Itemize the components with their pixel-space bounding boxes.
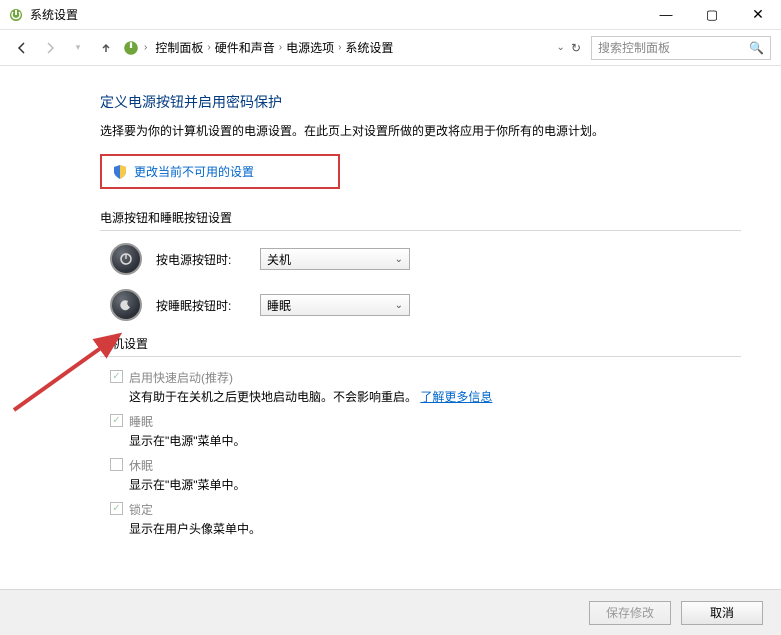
sleep-button-value: 睡眠 [267,297,291,314]
lock-checkbox[interactable] [110,502,123,515]
learn-more-link[interactable]: 了解更多信息 [420,390,492,404]
power-button-label: 按电源按钮时: [156,251,246,268]
sleep-desc: 显示在"电源"菜单中。 [129,432,741,449]
hibernate-checkbox[interactable] [110,458,123,471]
change-unavailable-settings-link[interactable]: 更改当前不可用的设置 [100,154,340,189]
power-button-select[interactable]: 关机 ⌄ [260,248,410,270]
sleep-label: 睡眠 [129,413,153,430]
fast-startup-desc: 这有助于在关机之后更快地启动电脑。不会影响重启。 了解更多信息 [129,388,741,405]
breadcrumb: 控制面板 › 硬件和声音 › 电源选项 › 系统设置 [155,39,552,56]
save-button[interactable]: 保存修改 [589,601,671,625]
search-icon: 🔍 [749,41,764,55]
shutdown-section-header: 关机设置 [100,335,741,357]
close-button[interactable]: ✕ [735,0,781,30]
cancel-button[interactable]: 取消 [681,601,763,625]
hibernate-desc: 显示在"电源"菜单中。 [129,476,741,493]
page-title: 定义电源按钮并启用密码保护 [100,92,741,112]
footer: 保存修改 取消 [0,589,781,635]
nav-forward-button[interactable] [38,36,62,60]
main-content: 定义电源按钮并启用密码保护 选择要为你的计算机设置的电源设置。在此页上对设置所做… [0,66,781,537]
change-link-text: 更改当前不可用的设置 [134,163,254,180]
crumb-control-panel[interactable]: 控制面板 [155,39,203,56]
nav-up-button[interactable] [94,36,118,60]
hibernate-option-row: 休眠 [110,457,741,474]
page-subtitle: 选择要为你的计算机设置的电源设置。在此页上对设置所做的更改将应用于你所有的电源计… [100,122,741,140]
chevron-right-icon: › [207,42,210,53]
chevron-down-icon: ⌄ [395,300,403,311]
refresh-icon[interactable]: ↻ [571,41,581,55]
crumb-hardware-sound[interactable]: 硬件和声音 [215,39,275,56]
chevron-right-icon: › [279,42,282,53]
lock-label: 锁定 [129,501,153,518]
search-placeholder: 搜索控制面板 [598,39,670,56]
maximize-button[interactable]: ▢ [689,0,735,30]
fast-startup-label: 启用快速启动(推荐) [129,369,233,386]
buttons-section-header: 电源按钮和睡眠按钮设置 [100,209,741,231]
fast-startup-checkbox[interactable] [110,370,123,383]
chevron-right-icon: › [144,42,147,53]
power-button-row: 按电源按钮时: 关机 ⌄ [110,243,741,275]
window-title: 系统设置 [30,6,643,23]
breadcrumb-icon [122,39,140,57]
lock-option-row: 锁定 [110,501,741,518]
sleep-icon [110,289,142,321]
crumb-system-settings[interactable]: 系统设置 [345,39,393,56]
nav-recent-button[interactable]: ▾ [66,36,90,60]
chevron-down-icon: ⌄ [395,254,403,265]
navbar: ▾ › 控制面板 › 硬件和声音 › 电源选项 › 系统设置 ⌄ ↻ 搜索控制面… [0,30,781,66]
sleep-button-row: 按睡眠按钮时: 睡眠 ⌄ [110,289,741,321]
shield-icon [112,164,128,180]
power-button-value: 关机 [267,251,291,268]
sleep-checkbox[interactable] [110,414,123,427]
crumb-power-options[interactable]: 电源选项 [286,39,334,56]
chevron-down-icon[interactable]: ⌄ [557,42,565,53]
sleep-button-label: 按睡眠按钮时: [156,297,246,314]
nav-back-button[interactable] [10,36,34,60]
titlebar: 系统设置 — ▢ ✕ [0,0,781,30]
sleep-option-row: 睡眠 [110,413,741,430]
hibernate-label: 休眠 [129,457,153,474]
search-input[interactable]: 搜索控制面板 🔍 [591,36,771,60]
fast-startup-row: 启用快速启动(推荐) [110,369,741,386]
sleep-button-select[interactable]: 睡眠 ⌄ [260,294,410,316]
power-icon [110,243,142,275]
chevron-right-icon: › [338,42,341,53]
lock-desc: 显示在用户头像菜单中。 [129,520,741,537]
power-options-icon [8,7,24,23]
minimize-button[interactable]: — [643,0,689,30]
